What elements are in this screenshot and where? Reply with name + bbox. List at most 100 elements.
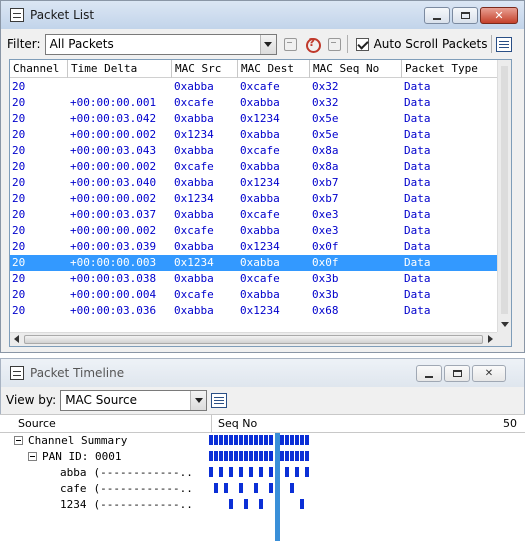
scroll-down-icon[interactable] <box>501 322 509 327</box>
packet-tick <box>300 435 304 445</box>
column-header-seq-no[interactable]: Seq No <box>218 415 257 433</box>
table-row[interactable]: 20 0xabba 0xcafe 0x32 Data <box>10 79 497 95</box>
cell-channel: 20 <box>12 128 26 141</box>
table-row[interactable]: 20 +00:00:03.042 0xabba 0x1234 0x5e Data <box>10 111 497 127</box>
packet-tick <box>290 451 294 461</box>
table-row[interactable]: 20 +00:00:03.036 0xabba 0x1234 0x68 Data <box>10 303 497 319</box>
table-row[interactable]: 20 +00:00:00.002 0x1234 0xabba 0xb7 Data <box>10 191 497 207</box>
packet-tick <box>259 499 263 509</box>
column-header-channel[interactable]: Channel <box>10 60 68 78</box>
minimize-button[interactable] <box>424 7 450 24</box>
tree-node[interactable]: abba (------------.. <box>14 465 193 481</box>
packet-tick <box>214 451 218 461</box>
cell-time-delta: +00:00:03.040 <box>70 176 157 189</box>
list-view-icon[interactable] <box>211 392 228 408</box>
cell-time-delta: +00:00:00.002 <box>70 192 157 205</box>
packet-tick <box>219 451 223 461</box>
tree-node-label: abba <box>60 466 87 479</box>
packet-tick <box>249 451 253 461</box>
cell-time-delta: +00:00:03.038 <box>70 272 157 285</box>
packet-list-titlebar[interactable]: Packet List ✕ <box>1 1 524 29</box>
cell-packet-type: Data <box>404 208 431 221</box>
maximize-button[interactable] <box>444 365 470 382</box>
cell-channel: 20 <box>12 256 26 269</box>
packet-tick <box>239 451 243 461</box>
scroll-right-icon[interactable] <box>488 335 493 343</box>
cell-packet-type: Data <box>404 272 431 285</box>
vertical-scrollbar[interactable] <box>497 60 511 332</box>
cell-mac-seq-no: 0x5e <box>312 112 339 125</box>
filter-edit-icon[interactable] <box>281 35 299 53</box>
filter-select-value: All Packets <box>49 36 114 51</box>
tree-node[interactable]: Channel Summary <box>14 433 193 449</box>
filter-select[interactable]: All Packets <box>44 33 277 55</box>
packet-list-toolbar: Filter: All Packets Auto Scroll Packets <box>7 32 518 56</box>
cell-mac-seq-no: 0x5e <box>312 128 339 141</box>
list-view-icon[interactable] <box>496 36 513 52</box>
cell-mac-seq-no: 0xe3 <box>312 224 339 237</box>
auto-scroll-checkbox[interactable] <box>355 37 369 51</box>
scrollbar-track[interactable] <box>501 66 508 314</box>
column-header-time-delta[interactable]: Time Delta <box>68 60 172 78</box>
column-header-mac-dest[interactable]: MAC Dest <box>238 60 310 78</box>
filter-help-icon[interactable] <box>303 35 321 53</box>
table-row[interactable]: 20 +00:00:00.003 0x1234 0xabba 0x0f Data <box>10 255 497 271</box>
horizontal-scrollbar[interactable] <box>10 332 497 346</box>
packet-list-window: Packet List ✕ Filter: All Packets Auto S… <box>0 0 525 353</box>
table-row[interactable]: 20 +00:00:00.001 0xcafe 0xabba 0x32 Data <box>10 95 497 111</box>
table-row[interactable]: 20 +00:00:00.002 0x1234 0xabba 0x5e Data <box>10 127 497 143</box>
cell-mac-src: 0xabba <box>174 272 214 285</box>
scroll-left-icon[interactable] <box>14 335 19 343</box>
packet-tick <box>295 435 299 445</box>
timeline-cursor[interactable] <box>275 433 280 541</box>
packet-tick <box>264 435 268 445</box>
collapse-icon[interactable] <box>28 452 37 461</box>
cell-channel: 20 <box>12 96 26 109</box>
packet-timeline-titlebar[interactable]: Packet Timeline ✕ <box>1 359 524 387</box>
packet-tick <box>244 451 248 461</box>
table-row[interactable]: 20 +00:00:03.043 0xabba 0xcafe 0x8a Data <box>10 143 497 159</box>
timeline-bars <box>209 433 309 541</box>
cell-packet-type: Data <box>404 128 431 141</box>
cell-channel: 20 <box>12 80 26 93</box>
table-row[interactable]: 20 +00:00:03.040 0xabba 0x1234 0xb7 Data <box>10 175 497 191</box>
close-button[interactable]: ✕ <box>472 365 506 382</box>
table-row[interactable]: 20 +00:00:03.038 0xabba 0xcafe 0x3b Data <box>10 271 497 287</box>
cell-mac-dest: 0xabba <box>240 224 280 237</box>
tree-node[interactable]: cafe (------------.. <box>14 481 193 497</box>
packet-tick <box>224 451 228 461</box>
window-list-icon <box>10 8 24 22</box>
scrollbar-thumb[interactable] <box>24 335 483 344</box>
view-by-dropdown-button[interactable] <box>190 390 207 410</box>
close-button[interactable]: ✕ <box>480 7 518 24</box>
view-by-select[interactable]: MAC Source <box>60 389 208 411</box>
minimize-button[interactable] <box>416 365 442 382</box>
timeline-header: Source Seq No 50 <box>0 415 525 433</box>
table-row[interactable]: 20 +00:00:00.002 0xcafe 0xabba 0xe3 Data <box>10 223 497 239</box>
packet-tick <box>239 483 243 493</box>
column-header-mac-src[interactable]: MAC Src <box>172 60 238 78</box>
auto-scroll-label: Auto Scroll Packets <box>373 37 488 51</box>
tree-node[interactable]: PAN ID: 0001 <box>14 449 193 465</box>
tree-node[interactable]: 1234 (------------.. <box>14 497 193 513</box>
filter-dropdown-button[interactable] <box>259 34 276 54</box>
column-header-packet-type[interactable]: Packet Type <box>402 60 499 78</box>
column-header-source[interactable]: Source <box>18 415 56 433</box>
packet-tick <box>224 435 228 445</box>
scrollbar-corner <box>497 332 511 346</box>
column-header-mac-seq-no[interactable]: MAC Seq No <box>310 60 402 78</box>
packet-tick <box>280 451 284 461</box>
maximize-button[interactable] <box>452 7 478 24</box>
table-row[interactable]: 20 +00:00:03.039 0xabba 0x1234 0x0f Data <box>10 239 497 255</box>
collapse-icon[interactable] <box>14 436 23 445</box>
packet-tick <box>259 435 263 445</box>
table-row[interactable]: 20 +00:00:00.004 0xcafe 0xabba 0x3b Data <box>10 287 497 303</box>
cell-mac-dest: 0x1234 <box>240 304 280 317</box>
cell-time-delta: +00:00:00.003 <box>70 256 157 269</box>
table-row[interactable]: 20 +00:00:03.037 0xabba 0xcafe 0xe3 Data <box>10 207 497 223</box>
packet-tick <box>229 451 233 461</box>
filter-clear-icon[interactable] <box>325 35 343 53</box>
cell-time-delta: +00:00:03.039 <box>70 240 157 253</box>
cell-mac-seq-no: 0x68 <box>312 304 339 317</box>
table-row[interactable]: 20 +00:00:00.002 0xcafe 0xabba 0x8a Data <box>10 159 497 175</box>
